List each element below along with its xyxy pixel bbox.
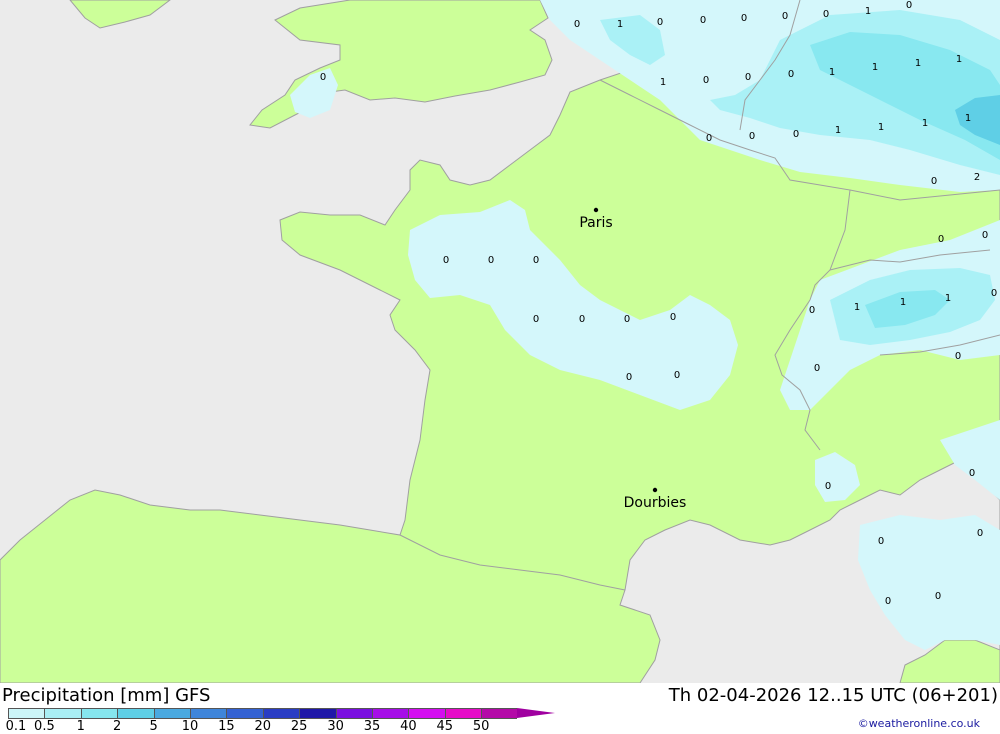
scale-swatch	[371, 708, 409, 719]
scale-swatch	[44, 708, 81, 719]
value-label: 1	[829, 67, 835, 78]
value-label: 0	[703, 75, 709, 86]
value-label: 0	[745, 72, 751, 83]
dourbies-marker	[652, 487, 658, 493]
value-label: 0	[885, 596, 891, 607]
value-label: 1	[865, 6, 871, 17]
value-label: 0	[955, 351, 961, 362]
map-footer: Precipitation [mm] GFS Th 02-04-2026 12.…	[0, 683, 1000, 734]
color-scale	[8, 708, 556, 719]
paris-label: Paris	[579, 215, 612, 231]
value-label: 0	[674, 370, 680, 381]
value-label: 0	[906, 0, 912, 11]
value-label: 0	[991, 288, 997, 299]
scale-swatch	[226, 708, 263, 719]
scale-label: 0.5	[34, 719, 55, 734]
scale-swatch	[335, 708, 372, 719]
scale-label: 15	[218, 719, 235, 734]
value-label: 0	[935, 591, 941, 602]
value-label: 0	[823, 9, 829, 20]
value-label: 0	[741, 13, 747, 24]
scale-swatch	[444, 708, 482, 719]
value-label: 1	[965, 113, 971, 124]
scale-swatch	[117, 708, 154, 719]
value-label: 1	[835, 125, 841, 136]
scale-swatch	[8, 708, 45, 719]
value-label: 0	[533, 314, 539, 325]
value-label: 1	[915, 58, 921, 69]
value-label: 1	[956, 54, 962, 65]
scale-swatch	[189, 708, 227, 719]
value-label: 0	[814, 363, 820, 374]
value-label: 0	[626, 372, 632, 383]
scale-labels: 0.1 0.5 1 2 5 10 15 20 25 30 35 40 45 50	[0, 719, 540, 734]
scale-label: 5	[149, 719, 158, 734]
credit-link[interactable]: ©weatheronline.co.uk	[858, 717, 980, 730]
paris-marker	[593, 207, 599, 213]
value-label: 0	[574, 19, 580, 30]
scale-label: 10	[181, 719, 199, 734]
scale-swatch	[153, 708, 190, 719]
value-label: 0	[488, 255, 494, 266]
value-label: 0	[969, 468, 975, 479]
value-label: 0	[443, 255, 449, 266]
scale-swatch	[299, 708, 336, 719]
value-label: 1	[854, 302, 860, 313]
value-label: 1	[878, 122, 884, 133]
value-label: 0	[579, 314, 585, 325]
scale-label: 35	[363, 719, 381, 734]
value-label: 0	[977, 528, 983, 539]
map-title: Precipitation [mm] GFS	[2, 685, 211, 706]
scale-label: 20	[254, 719, 272, 734]
value-label: 0	[825, 481, 831, 492]
value-label: 1	[922, 118, 928, 129]
value-label: 0	[749, 131, 755, 142]
value-label: 1	[617, 19, 623, 30]
value-label: 0	[878, 536, 884, 547]
dourbies-label: Dourbies	[624, 495, 687, 511]
scale-label: 45	[436, 719, 454, 734]
value-label: 0	[320, 72, 326, 83]
value-label: 1	[660, 77, 666, 88]
weather-map: 0 1 0 0 0 0 0 1 0 0 0 1 0 0 1 1 1 1 0 0 …	[0, 0, 1000, 684]
scale-label: 2	[113, 719, 122, 734]
forecast-datetime: Th 02-04-2026 12..15 UTC (06+201)	[668, 685, 998, 706]
value-label: 0	[938, 234, 944, 245]
value-label: 0	[782, 11, 788, 22]
scale-label: 1	[76, 719, 85, 734]
value-label: 0	[533, 255, 539, 266]
map-canvas: 0 1 0 0 0 0 0 1 0 0 0 1 0 0 1 1 1 1 0 0 …	[0, 0, 1000, 684]
value-label: 0	[982, 230, 988, 241]
value-label: 0	[624, 314, 630, 325]
scale-swatch	[80, 708, 118, 719]
value-label: 1	[945, 293, 951, 304]
scale-arrow	[517, 708, 556, 718]
scale-label: 50	[472, 719, 490, 734]
value-label: 1	[872, 62, 878, 73]
scale-label: 40	[400, 719, 417, 734]
scale-swatch	[481, 708, 518, 719]
value-label: 0	[700, 15, 706, 26]
value-label: 0	[706, 133, 712, 144]
value-label: 0	[788, 69, 794, 80]
scale-label: 30	[327, 719, 344, 734]
scale-label: 25	[290, 719, 308, 734]
value-label: 0	[670, 312, 676, 323]
scale-swatch	[408, 708, 445, 719]
value-label: 0	[809, 305, 815, 316]
scale-label: 0.1	[5, 719, 27, 734]
value-label: 1	[900, 297, 906, 308]
value-label: 2	[974, 172, 980, 183]
value-label: 0	[657, 17, 663, 28]
scale-swatch	[262, 708, 300, 719]
value-label: 0	[793, 129, 799, 140]
value-label: 0	[931, 176, 937, 187]
